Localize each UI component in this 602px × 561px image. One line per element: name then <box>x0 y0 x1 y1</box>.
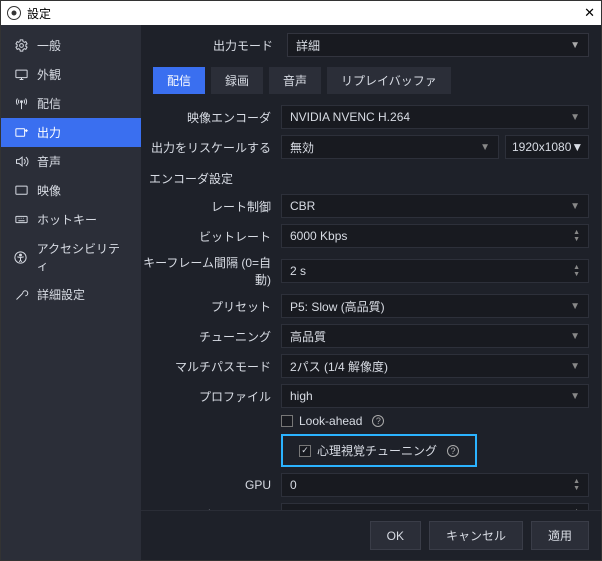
antenna-icon <box>13 96 29 112</box>
output-icon <box>13 125 29 141</box>
sidebar: 一般 外観 配信 出力 音声 映像 <box>1 25 141 560</box>
display-icon <box>13 183 29 199</box>
rate-control-label: レート制御 <box>141 198 271 215</box>
preset-label: プリセット <box>141 298 271 315</box>
spinner-icon[interactable]: ▲▼ <box>573 509 580 511</box>
sidebar-item-advanced[interactable]: 詳細設定 <box>1 280 141 309</box>
sidebar-item-label: 詳細設定 <box>37 286 85 303</box>
close-icon[interactable]: ✕ <box>584 5 595 21</box>
sidebar-item-output[interactable]: 出力 <box>1 118 141 147</box>
tools-icon <box>13 287 29 303</box>
checkbox-icon <box>281 415 293 427</box>
accessibility-icon <box>13 249 29 265</box>
rescale-label: 出力をリスケールする <box>141 139 271 156</box>
chevron-down-icon: ▼ <box>480 142 490 153</box>
video-encoder-label: 映像エンコーダ <box>141 109 271 126</box>
dialog-footer: OK キャンセル 適用 <box>141 510 601 560</box>
sidebar-item-stream[interactable]: 配信 <box>1 89 141 118</box>
monitor-icon <box>13 67 29 83</box>
chevron-down-icon: ▼ <box>570 40 580 51</box>
output-tabs: 配信 録画 音声 リプレイバッファ <box>141 63 601 102</box>
tuning-select[interactable]: 高品質▼ <box>281 324 589 348</box>
apply-button[interactable]: 適用 <box>531 521 589 550</box>
gear-icon <box>13 38 29 54</box>
main-panel: 出力モード 詳細▼ 配信 録画 音声 リプレイバッファ 映像エンコーダ NVID… <box>141 25 601 560</box>
chevron-down-icon: ▼ <box>570 112 580 123</box>
output-mode-label: 出力モード <box>153 37 273 54</box>
sidebar-item-general[interactable]: 一般 <box>1 31 141 60</box>
window-title: 設定 <box>27 5 51 22</box>
keyboard-icon <box>13 212 29 228</box>
checkbox-checked-icon <box>299 445 311 457</box>
sidebar-item-label: 外観 <box>37 66 61 83</box>
settings-scroll[interactable]: 映像エンコーダ NVIDIA NVENC H.264▼ 出力をリスケールする 無… <box>141 102 601 510</box>
titlebar: 設定 ✕ <box>1 1 601 25</box>
gpu-label: GPU <box>141 478 271 492</box>
profile-label: プロファイル <box>141 388 271 405</box>
sidebar-item-accessibility[interactable]: アクセシビリティ <box>1 234 141 280</box>
cancel-button[interactable]: キャンセル <box>429 521 523 550</box>
psycho-visual-checkbox[interactable]: 心理視覚チューニング ? <box>299 442 459 459</box>
sidebar-item-appearance[interactable]: 外観 <box>1 60 141 89</box>
sidebar-item-audio[interactable]: 音声 <box>1 147 141 176</box>
profile-select[interactable]: high▼ <box>281 384 589 408</box>
spinner-icon[interactable]: ▲▼ <box>573 265 580 278</box>
sidebar-item-label: 音声 <box>37 153 61 170</box>
tab-replay-buffer[interactable]: リプレイバッファ <box>327 67 451 94</box>
rate-control-select[interactable]: CBR▼ <box>281 194 589 218</box>
output-mode-select[interactable]: 詳細▼ <box>287 33 589 57</box>
help-icon[interactable]: ? <box>447 445 459 457</box>
tab-audio[interactable]: 音声 <box>269 67 321 94</box>
chevron-down-icon: ▼ <box>571 140 583 154</box>
lookahead-checkbox[interactable]: Look-ahead ? <box>281 414 384 428</box>
ok-button[interactable]: OK <box>370 521 421 550</box>
gpu-input[interactable]: 0▲▼ <box>281 473 589 497</box>
spinner-icon[interactable]: ▲▼ <box>573 230 580 243</box>
sidebar-item-label: 配信 <box>37 95 61 112</box>
sidebar-item-label: 一般 <box>37 37 61 54</box>
tab-recording[interactable]: 録画 <box>211 67 263 94</box>
chevron-down-icon: ▼ <box>570 301 580 312</box>
rescale-select[interactable]: 無効▼ <box>281 135 499 159</box>
bitrate-label: ビットレート <box>141 228 271 245</box>
multipass-select[interactable]: 2パス (1/4 解像度)▼ <box>281 354 589 378</box>
sidebar-item-hotkeys[interactable]: ホットキー <box>1 205 141 234</box>
video-encoder-select[interactable]: NVIDIA NVENC H.264▼ <box>281 105 589 129</box>
highlighted-option: 心理視覚チューニング ? <box>281 434 477 467</box>
spinner-icon[interactable]: ▲▼ <box>573 479 580 492</box>
tuning-label: チューニング <box>141 328 271 345</box>
tab-streaming[interactable]: 配信 <box>153 67 205 94</box>
rescale-size-select[interactable]: 1920x1080▼ <box>505 135 589 159</box>
help-icon[interactable]: ? <box>372 415 384 427</box>
keyframe-input[interactable]: 2 s▲▼ <box>281 259 589 283</box>
sidebar-item-video[interactable]: 映像 <box>1 176 141 205</box>
encoder-settings-heading: エンコーダ設定 <box>141 162 595 191</box>
app-icon <box>7 6 21 20</box>
preset-select[interactable]: P5: Slow (高品質)▼ <box>281 294 589 318</box>
bframes-input[interactable]: 2▲▼ <box>281 503 589 510</box>
chevron-down-icon: ▼ <box>570 391 580 402</box>
chevron-down-icon: ▼ <box>570 201 580 212</box>
bitrate-input[interactable]: 6000 Kbps▲▼ <box>281 224 589 248</box>
chevron-down-icon: ▼ <box>570 331 580 342</box>
sidebar-item-label: 映像 <box>37 182 61 199</box>
sidebar-item-label: アクセシビリティ <box>37 240 129 274</box>
sidebar-item-label: ホットキー <box>37 211 97 228</box>
settings-window: 設定 ✕ 一般 外観 配信 出力 音声 <box>0 0 602 561</box>
keyframe-label: キーフレーム間隔 (0=自動) <box>141 254 271 288</box>
sidebar-item-label: 出力 <box>37 124 61 141</box>
multipass-label: マルチパスモード <box>141 358 271 375</box>
speaker-icon <box>13 154 29 170</box>
chevron-down-icon: ▼ <box>570 361 580 372</box>
